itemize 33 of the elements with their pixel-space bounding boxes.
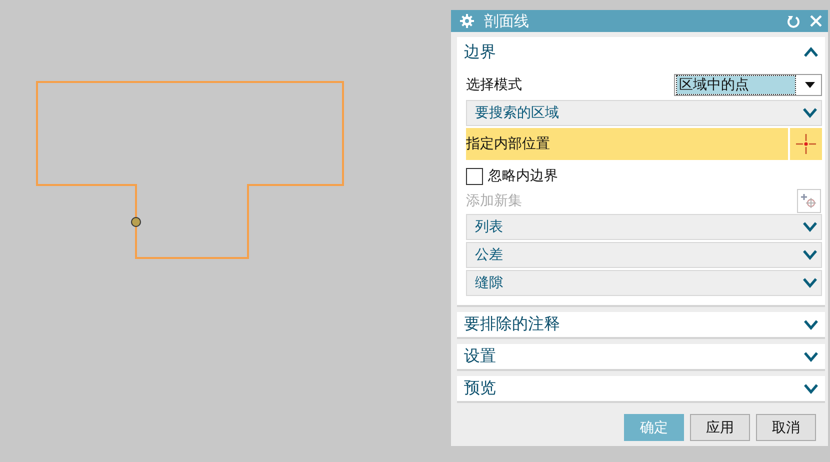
collapse-chevron-icon[interactable] <box>804 47 818 57</box>
expand-chevron-icon[interactable] <box>803 250 817 260</box>
reset-icon[interactable] <box>787 14 800 28</box>
field-label: 选择模式 <box>466 76 522 94</box>
point-marker[interactable] <box>131 217 141 227</box>
group-header[interactable]: 要搜索的区域 <box>466 100 822 126</box>
section-header[interactable]: 要排除的注释 <box>457 312 825 337</box>
close-icon[interactable] <box>810 15 822 27</box>
dialog-button[interactable]: 取消 <box>756 414 816 441</box>
selection-step[interactable]: 指定内部位置 <box>466 128 788 160</box>
dropdown-arrow-icon[interactable] <box>805 82 815 88</box>
section-header[interactable]: 预览 <box>457 376 825 401</box>
section-header[interactable]: 设置 <box>457 344 825 369</box>
expand-chevron-icon[interactable] <box>804 384 818 394</box>
crosshair-icon <box>796 134 816 154</box>
expand-chevron-icon[interactable] <box>803 222 817 232</box>
expand-chevron-icon[interactable] <box>804 352 818 362</box>
section-header[interactable]: 边界 <box>457 37 825 67</box>
point-picker-button[interactable] <box>790 128 822 160</box>
group-header[interactable]: 缝隙 <box>466 270 822 296</box>
group-header[interactable]: 公差 <box>466 242 822 268</box>
add-set-label: 添加新集 <box>466 192 522 210</box>
checkbox[interactable] <box>466 168 483 184</box>
expand-chevron-icon[interactable] <box>804 320 818 330</box>
expand-chevron-icon[interactable] <box>803 108 817 118</box>
checkbox-label: 忽略内边界 <box>488 167 558 185</box>
group-header[interactable]: 列表 <box>466 214 822 240</box>
window-title: 剖面线 <box>484 12 530 30</box>
settings-icon[interactable] <box>460 14 474 28</box>
expand-chevron-icon[interactable] <box>803 278 817 288</box>
dialog-button[interactable]: 应用 <box>690 414 750 441</box>
add-crosshair-icon <box>801 192 817 208</box>
mode-dropdown[interactable]: 区域中的点 <box>674 74 822 96</box>
